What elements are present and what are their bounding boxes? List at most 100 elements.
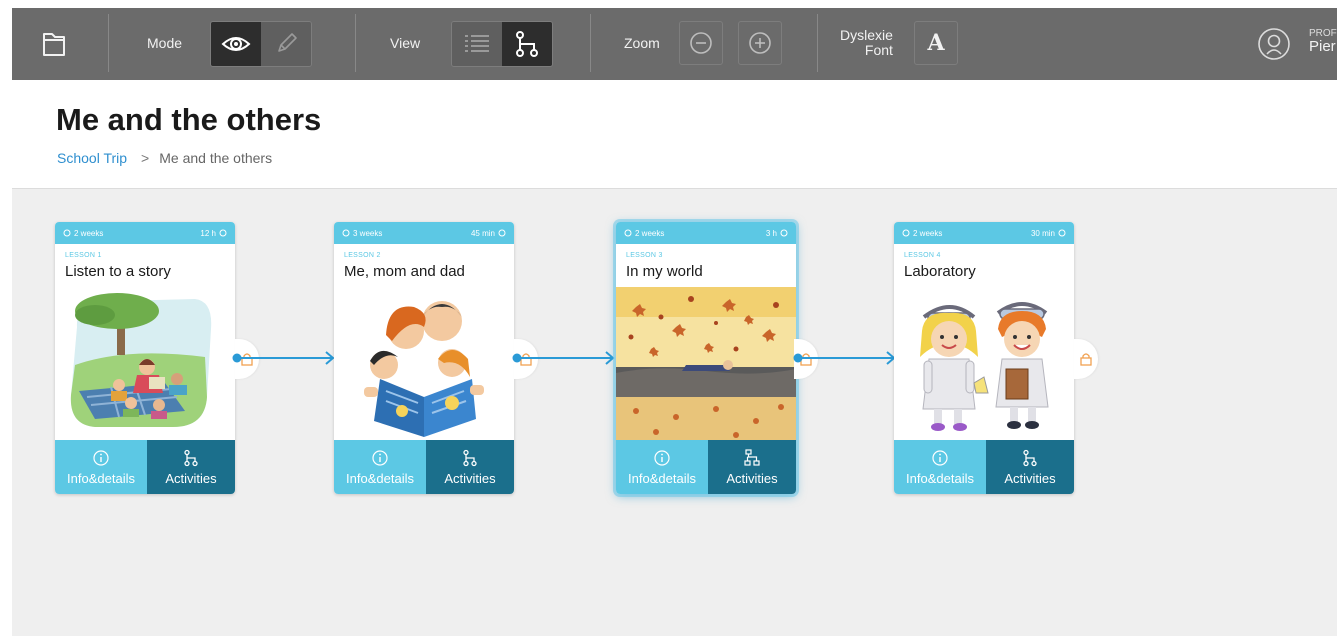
lesson-illustration-autumn	[616, 287, 796, 442]
toolbar-divider	[590, 14, 591, 72]
lesson-meta-bar: 2 weeks 12 h	[55, 222, 235, 244]
lesson-card[interactable]: 3 weeks 45 min LESSON 2 Me, mom and dad	[334, 222, 514, 494]
lesson-illustration-family	[364, 301, 484, 437]
lesson-duration: 2 weeks	[74, 228, 104, 238]
activities-button[interactable]: Activities	[986, 440, 1074, 494]
toolbar-divider	[355, 14, 356, 72]
mode-edit-button[interactable]	[261, 22, 311, 66]
lesson-actions: Info&details Activities	[616, 440, 796, 494]
dyslexie-label-line1: Dyslexie	[840, 27, 893, 43]
info-details-button[interactable]: Info&details	[55, 440, 147, 494]
breadcrumb-link-school-trip[interactable]: School Trip	[57, 150, 127, 166]
dyslexie-font-button[interactable]: A	[914, 21, 958, 65]
list-icon	[465, 35, 489, 52]
pencil-icon	[278, 33, 297, 52]
lesson-meta-bar: 2 weeks 3 h	[616, 222, 796, 244]
zoom-label: Zoom	[624, 35, 660, 51]
info-details-label: Info&details	[346, 470, 414, 486]
clock-icon	[342, 229, 350, 237]
zoom-out-button[interactable]	[679, 21, 723, 65]
toolbar: Mode View Zoom Dyslexie Font A PROF Pier	[12, 8, 1337, 80]
activities-button[interactable]: Activities	[426, 440, 514, 494]
lesson-connector	[793, 351, 896, 365]
zoom-out-icon	[690, 32, 712, 54]
lesson-lock[interactable]	[1074, 339, 1098, 379]
eye-icon	[221, 37, 251, 51]
lesson-illustration-laboratory	[920, 302, 1049, 431]
lesson-meta-bar: 2 weeks 30 min	[894, 222, 1074, 244]
mode-view-button[interactable]	[211, 22, 261, 66]
lock-icon	[1080, 353, 1092, 366]
profile-avatar[interactable]	[1257, 27, 1291, 61]
lesson-duration: 2 weeks	[635, 228, 665, 238]
lesson-card-selected[interactable]: 2 weeks 3 h LESSON 3 In my world Info&de…	[616, 222, 796, 494]
lesson-duration: 3 weeks	[353, 228, 383, 238]
avatar-icon	[1258, 28, 1290, 60]
clock-icon	[219, 229, 227, 237]
activities-icon	[184, 449, 198, 466]
lesson-duration: 2 weeks	[913, 228, 943, 238]
zoom-in-button[interactable]	[738, 21, 782, 65]
view-list-button[interactable]	[452, 22, 502, 66]
activities-label: Activities	[726, 470, 778, 486]
info-details-button[interactable]: Info&details	[616, 440, 708, 494]
info-details-button[interactable]: Info&details	[334, 440, 426, 494]
info-icon	[932, 449, 948, 466]
page-title: Me and the others	[56, 102, 322, 137]
lesson-actions: Info&details Activities	[55, 440, 235, 494]
profile-info[interactable]: PROF Pier	[1309, 27, 1337, 54]
lesson-number: LESSON 4	[904, 252, 941, 259]
page-header: Me and the others School Trip > Me and the…	[12, 80, 1337, 189]
folder-button[interactable]	[34, 26, 74, 62]
info-icon	[372, 449, 388, 466]
clock-icon	[902, 229, 910, 237]
lesson-card[interactable]: 2 weeks 12 h LESSON 1 Listen to a story	[55, 222, 235, 494]
breadcrumb-separator: >	[141, 150, 150, 166]
lesson-time: 12 h	[200, 228, 216, 238]
mode-toggle	[210, 21, 312, 67]
clock-icon	[63, 229, 71, 237]
toolbar-divider	[108, 14, 109, 72]
activities-button[interactable]: Activities	[147, 440, 235, 494]
breadcrumb: School Trip > Me and the others	[57, 150, 272, 166]
activities-icon	[463, 449, 477, 466]
info-details-label: Info&details	[906, 470, 974, 486]
zoom-in-icon	[749, 32, 771, 54]
activities-label: Activities	[444, 470, 496, 486]
lesson-title: Me, mom and dad	[344, 263, 465, 280]
lesson-number: LESSON 2	[344, 252, 381, 259]
lesson-actions: Info&details Activities	[894, 440, 1074, 494]
info-details-label: Info&details	[67, 470, 135, 486]
folder-icon	[43, 33, 65, 56]
activities-label: Activities	[1004, 470, 1056, 486]
clock-icon	[624, 229, 632, 237]
app-frame: Mode View Zoom Dyslexie Font A PROF Pier…	[12, 8, 1337, 636]
breadcrumb-current: Me and the others	[159, 150, 273, 166]
lesson-time: 30 min	[1030, 228, 1055, 238]
info-details-label: Info&details	[628, 470, 696, 486]
lesson-number: LESSON 3	[626, 252, 663, 259]
dyslexie-font-label: Dyslexie Font	[840, 28, 893, 58]
activities-label: Activities	[165, 470, 217, 486]
view-label: View	[390, 35, 421, 51]
info-details-button[interactable]: Info&details	[894, 440, 986, 494]
info-icon	[654, 449, 670, 466]
lesson-connector	[232, 351, 335, 365]
view-map-button[interactable]	[502, 22, 552, 66]
map-icon	[516, 31, 538, 57]
lesson-meta-bar: 3 weeks 45 min	[334, 222, 514, 244]
lesson-connector	[512, 351, 615, 365]
dyslexie-label-line2: Font	[864, 42, 893, 58]
activities-icon	[1023, 449, 1037, 466]
lesson-title: Laboratory	[904, 263, 976, 280]
info-icon	[93, 449, 109, 466]
lesson-title: In my world	[626, 263, 703, 280]
toolbar-divider	[817, 14, 818, 72]
lesson-title: Listen to a story	[65, 263, 171, 280]
clock-icon	[1058, 229, 1066, 237]
activities-button[interactable]: Activities	[708, 440, 796, 494]
lesson-number: LESSON 1	[65, 252, 102, 259]
lesson-time: 3 h	[765, 228, 777, 238]
lesson-card[interactable]: 2 weeks 30 min LESSON 4 Laboratory Info&…	[894, 222, 1074, 494]
lesson-actions: Info&details Activities	[334, 440, 514, 494]
